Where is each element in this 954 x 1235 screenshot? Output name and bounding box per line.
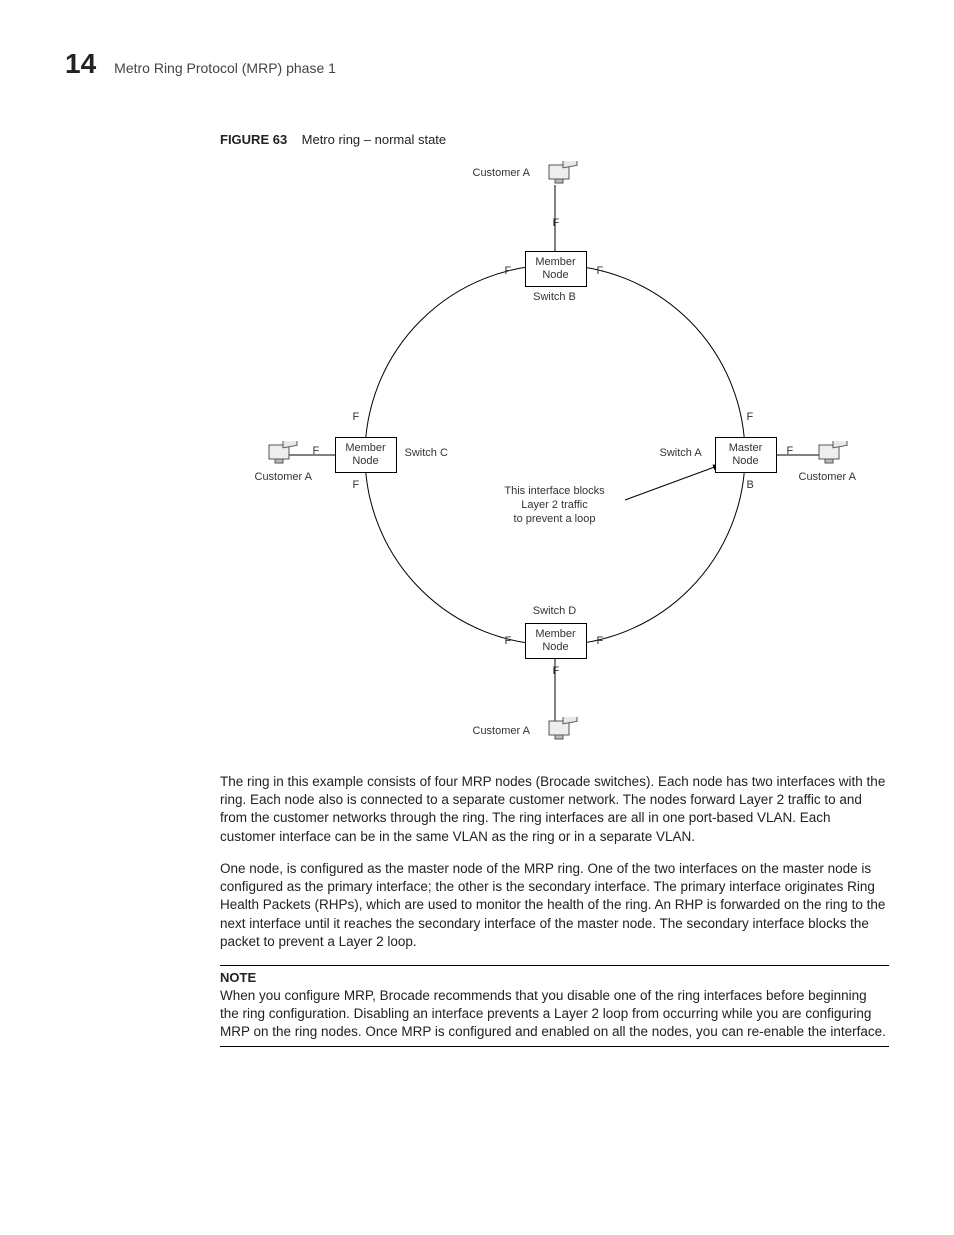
- chapter-number: 14: [65, 48, 96, 80]
- note-rule-top: [220, 965, 889, 966]
- body-paragraph-2: One node, is configured as the master no…: [220, 860, 889, 951]
- member-node-bottom: MemberNode: [525, 623, 587, 659]
- note-text: When you configure MRP, Brocade recommen…: [220, 987, 889, 1042]
- port-f: F: [353, 411, 360, 423]
- port-f: F: [787, 445, 794, 457]
- figure-caption: FIGURE 63 Metro ring – normal state: [220, 132, 889, 147]
- port-f: F: [747, 411, 754, 423]
- pc-icon: [545, 161, 579, 187]
- port-f: F: [313, 445, 320, 457]
- body-paragraph-1: The ring in this example consists of fou…: [220, 773, 889, 846]
- port-f: F: [353, 479, 360, 491]
- port-f: F: [505, 265, 512, 277]
- member-node-top: MemberNode: [525, 251, 587, 287]
- port-f: F: [553, 217, 560, 229]
- port-f: F: [597, 265, 604, 277]
- note-rule-bottom: [220, 1046, 889, 1047]
- customer-label-right: Customer A: [799, 471, 856, 483]
- switch-label-b: Switch B: [533, 291, 576, 303]
- customer-label-bottom: Customer A: [473, 725, 530, 737]
- chapter-title: Metro Ring Protocol (MRP) phase 1: [114, 60, 336, 76]
- switch-label-a: Switch A: [660, 447, 702, 459]
- port-f: F: [505, 635, 512, 647]
- master-node: MasterNode: [715, 437, 777, 473]
- pc-icon: [265, 441, 299, 467]
- port-f: F: [597, 635, 604, 647]
- pc-icon: [545, 717, 579, 743]
- port-f: F: [553, 665, 560, 677]
- annotation-text: This interface blocksLayer 2 trafficto p…: [504, 485, 604, 526]
- member-node-left: MemberNode: [335, 437, 397, 473]
- figure-label: FIGURE 63: [220, 132, 287, 147]
- customer-label-top: Customer A: [473, 167, 530, 179]
- ring-diagram: Customer A Customer A Customer A Custome…: [235, 155, 875, 755]
- note-heading: NOTE: [220, 970, 889, 985]
- switch-label-d: Switch D: [533, 605, 576, 617]
- port-b: B: [747, 479, 754, 491]
- switch-label-c: Switch C: [405, 447, 448, 459]
- page-header: 14 Metro Ring Protocol (MRP) phase 1: [65, 48, 889, 80]
- customer-label-left: Customer A: [255, 471, 312, 483]
- figure-title: Metro ring – normal state: [302, 132, 447, 147]
- pc-icon: [815, 441, 849, 467]
